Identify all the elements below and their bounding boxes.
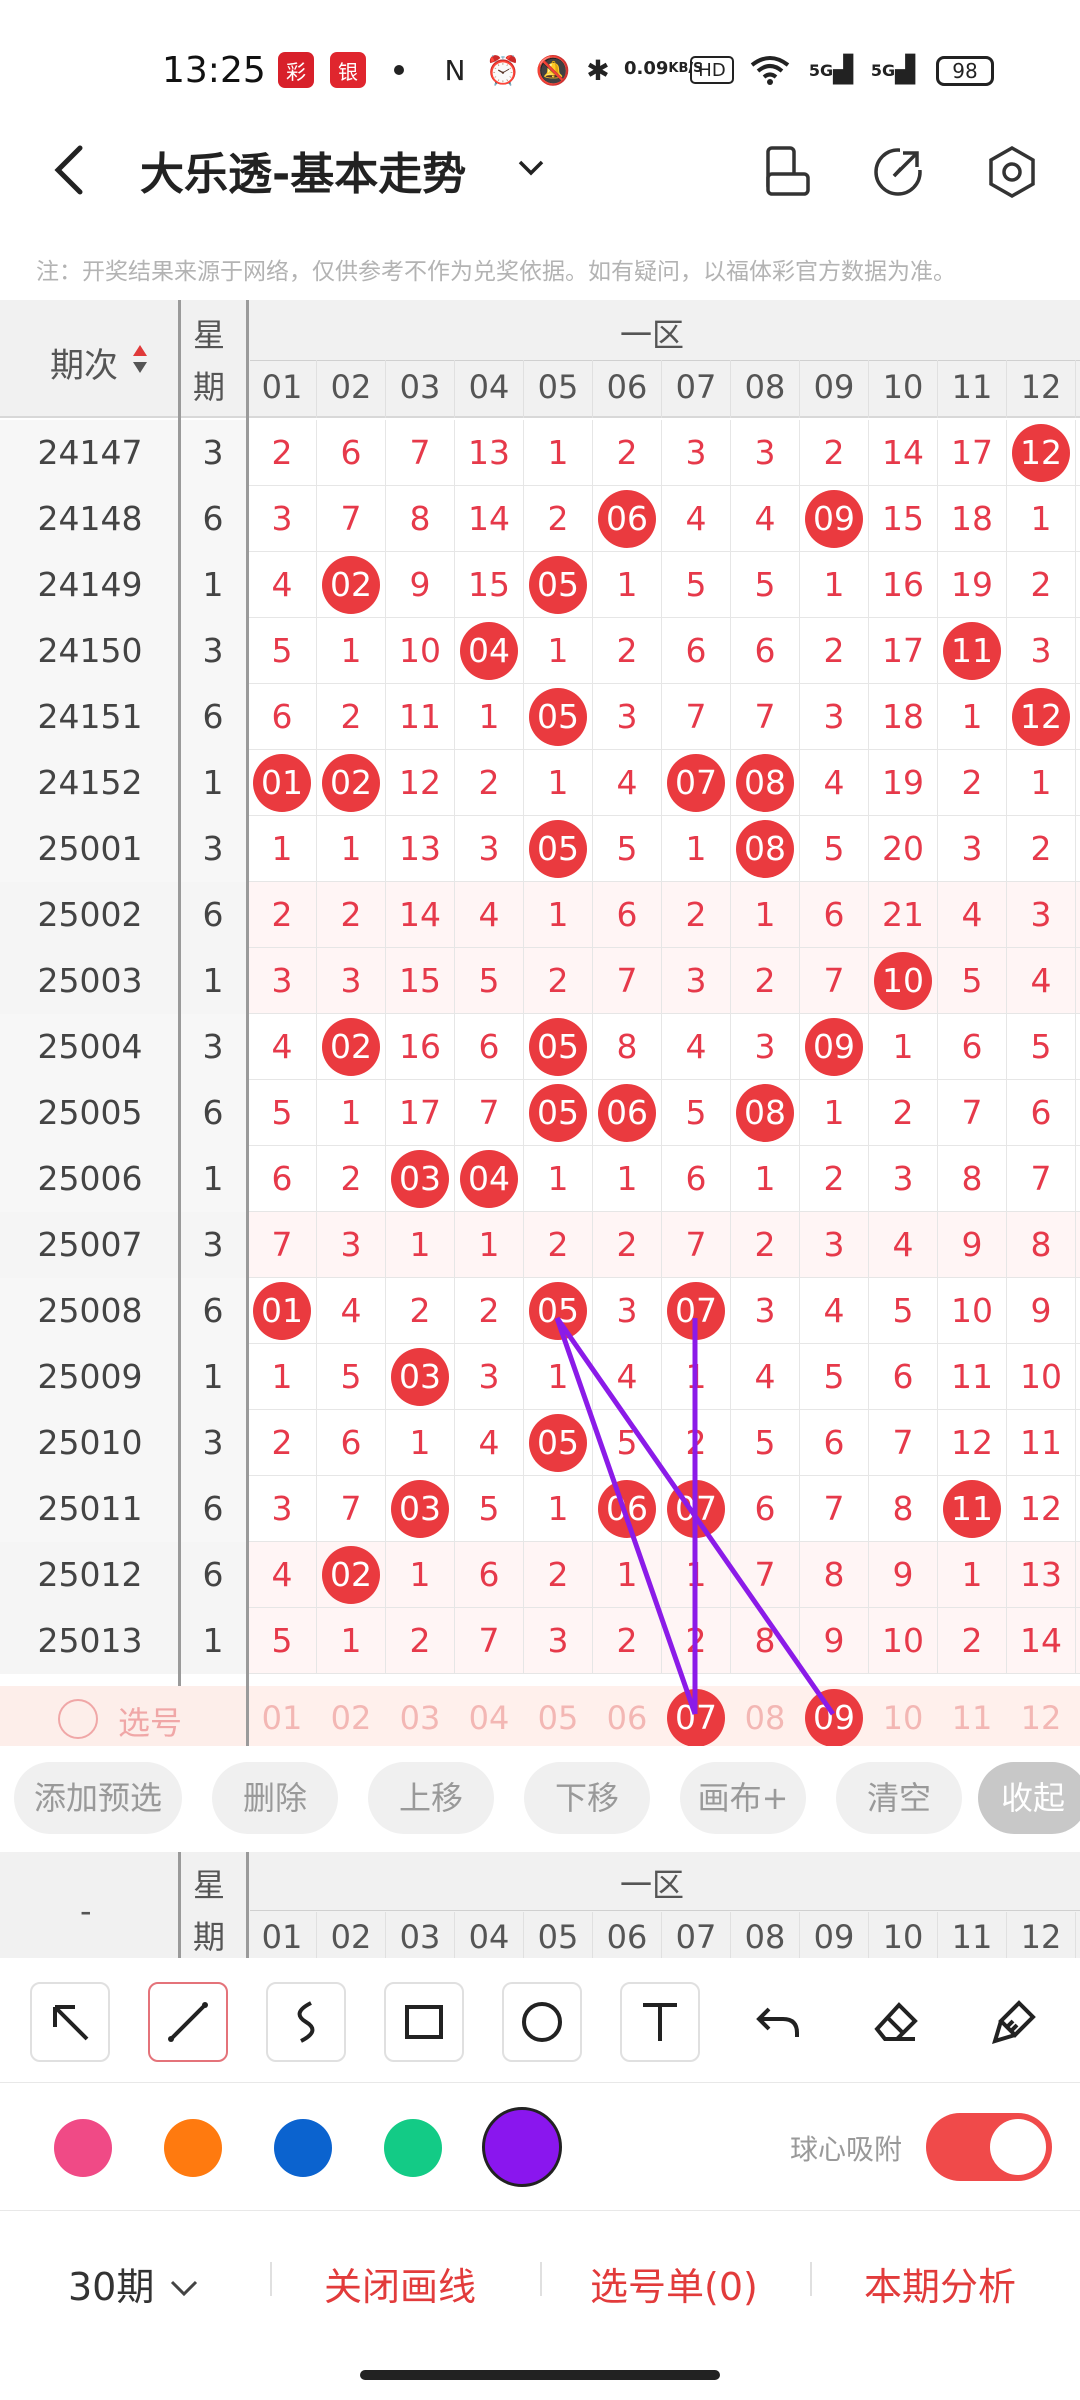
column-header-02: 02 (330, 1918, 372, 1956)
column-header-11: 11 (951, 1918, 993, 1956)
undo-icon[interactable] (738, 1982, 818, 2062)
drawn-lines (554, 1316, 836, 1716)
column-header-05: 05 (537, 1918, 579, 1956)
snap-toggle[interactable] (926, 2113, 1052, 2181)
week-header-2b: 期 (193, 1918, 226, 1956)
color-pink-swatch[interactable] (54, 2119, 112, 2177)
column-header-04: 04 (468, 1918, 510, 1956)
status-bar: 13:25 彩 银 N ⏰ 🔕 ✱ 0.09 KB/S HD 5G ▟ 5G ▟ 98 (0, 0, 1080, 140)
zone-header-2: 一区 (620, 1866, 685, 1904)
canvas-plus-button[interactable]: 画布+ (680, 1762, 806, 1834)
color-purple-swatch[interactable] (482, 2107, 562, 2187)
wifi-icon (748, 52, 792, 88)
line-tool[interactable] (148, 1982, 228, 2062)
dash-label: - (80, 1892, 92, 1930)
collapse-button[interactable]: 收起 (978, 1762, 1080, 1834)
circle-tool[interactable] (502, 1982, 582, 2062)
rectangle-tool[interactable] (384, 1982, 464, 2062)
drawing-toolbar (0, 1958, 1080, 2083)
drawn-line-1 (554, 1317, 698, 1715)
eraser-icon[interactable] (856, 1982, 936, 2062)
notification-dot-icon (394, 65, 404, 75)
home-indicator[interactable] (360, 2370, 720, 2380)
back-icon[interactable] (50, 140, 90, 200)
selection-header: - 星 期 一区 01 02 03 04 05 06 07 08 09 10 11 12 (0, 1852, 1080, 1958)
text-tool[interactable] (620, 1982, 700, 2062)
share-icon[interactable] (870, 144, 926, 200)
add-preselect-button[interactable]: 添加预选 (14, 1762, 182, 1834)
move-down-button[interactable]: 下移 (524, 1762, 650, 1834)
signal-5g-icon-2: 5G ▟ (870, 55, 916, 85)
page-title[interactable]: 大乐透-基本走势 (140, 138, 466, 202)
disclaimer-notice: 注：开奖结果来源于网络，仅供参考不作为兑奖依据。如有疑问，以福体彩官方数据为准。 (36, 259, 956, 285)
period-selector[interactable]: 30期 (68, 2256, 154, 2311)
column-header-06: 06 (606, 1918, 648, 1956)
status-time: 13:25 (162, 50, 266, 91)
color-orange-swatch[interactable] (164, 2119, 222, 2177)
clear-brush-icon[interactable] (974, 1982, 1054, 2062)
lottery-app-icon: 彩 (278, 52, 314, 88)
column-header-01: 01 (261, 1918, 303, 1956)
column-header-09: 09 (813, 1918, 855, 1956)
hd-icon: HD (690, 56, 734, 84)
mute-icon: 🔕 (535, 53, 571, 87)
column-header-12: 12 (1020, 1918, 1062, 1956)
column-header-07: 07 (675, 1918, 717, 1956)
signal-5g-icon: 5G ▟ (808, 55, 854, 85)
column-header-08: 08 (744, 1918, 786, 1956)
settings-icon[interactable] (984, 144, 1040, 200)
unionpay-app-icon: 银 (330, 52, 366, 88)
color-green-swatch[interactable] (384, 2119, 442, 2177)
rotate-screen-icon[interactable] (758, 144, 814, 200)
column-header-10: 10 (882, 1918, 924, 1956)
week-header-2a: 星 (193, 1866, 226, 1904)
snap-label: 球心吸附 (790, 2133, 903, 2166)
color-blue-swatch[interactable] (274, 2119, 332, 2177)
current-analysis-button[interactable]: 本期分析 (864, 2256, 1016, 2311)
period-chevron-icon[interactable] (166, 2274, 202, 2304)
column-header-03: 03 (399, 1918, 441, 1956)
battery-icon: 98 (936, 56, 994, 86)
clear-button[interactable]: 清空 (836, 1762, 962, 1834)
nfc-icon: N (444, 53, 466, 87)
delete-button[interactable]: 删除 (212, 1762, 338, 1834)
curve-tool[interactable] (266, 1982, 346, 2062)
chevron-down-icon[interactable] (516, 152, 546, 182)
bluetooth-icon: ✱ (586, 53, 610, 87)
action-bar: 添加预选 删除 上移 下移 画布+ 清空 收起 (0, 1748, 1080, 1844)
close-lines-button[interactable]: 关闭画线 (324, 2256, 476, 2311)
color-palette (0, 2083, 1080, 2211)
selection-list-button[interactable]: 选号单(0) (590, 2256, 758, 2311)
alarm-icon: ⏰ (485, 53, 521, 87)
arrow-tool[interactable] (30, 1982, 110, 2062)
move-up-button[interactable]: 上移 (368, 1762, 494, 1834)
